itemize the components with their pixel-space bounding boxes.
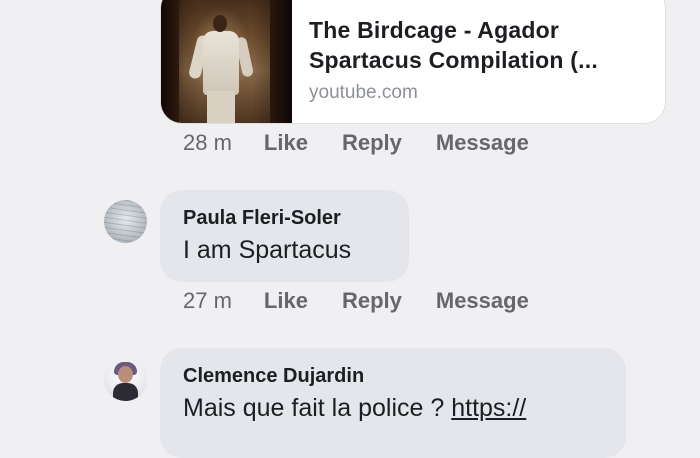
message-button[interactable]: Message <box>436 288 529 314</box>
reply-button[interactable]: Reply <box>342 130 402 156</box>
comment-timestamp: 27 m <box>183 288 232 313</box>
comment-bubble: Clemence Dujardin Mais que fait la polic… <box>160 348 626 458</box>
reply-button[interactable]: Reply <box>342 288 402 314</box>
comment-link[interactable]: https:// <box>451 394 526 422</box>
comment-actions-row: 27 m Like Reply Message <box>183 288 563 314</box>
thumbnail-figure-legs <box>207 91 235 123</box>
avatar[interactable] <box>104 358 147 401</box>
link-preview-card[interactable]: The Birdcage - Agador Spartacus Compilat… <box>160 0 666 124</box>
link-preview-title-line1: The Birdcage - Agador <box>309 17 559 43</box>
comment-author[interactable]: Paula Fleri-Soler <box>183 205 387 231</box>
thumbnail-curtain-left <box>161 0 179 123</box>
like-button[interactable]: Like <box>264 288 308 314</box>
like-button[interactable]: Like <box>264 130 308 156</box>
link-preview-title-line2: Spartacus Compilation (... <box>309 47 598 73</box>
avatar-face <box>118 366 133 383</box>
comment-text: I am Spartacus <box>183 236 352 264</box>
thumbnail-figure-body <box>203 31 239 95</box>
comment-text: Mais que fait la police ? https:// <box>183 390 604 426</box>
avatar[interactable] <box>104 200 147 243</box>
thumbnail-figure-head <box>213 15 227 32</box>
link-preview-text: The Birdcage - Agador Spartacus Compilat… <box>309 15 651 104</box>
comment-bubble: Paula Fleri-Soler I am Spartacus <box>160 190 409 282</box>
comment-text-body: Mais que fait la police ? <box>183 394 445 422</box>
video-thumbnail[interactable] <box>161 0 292 123</box>
comment-timestamp: 28 m <box>183 130 232 155</box>
link-preview-domain: youtube.com <box>309 82 418 103</box>
comment-actions-row: 28 m Like Reply Message <box>183 130 563 156</box>
thumbnail-curtain-right <box>270 0 292 123</box>
link-preview-title[interactable]: The Birdcage - Agador Spartacus Compilat… <box>309 15 651 75</box>
avatar-body <box>113 383 138 401</box>
message-button[interactable]: Message <box>436 130 529 156</box>
comment-author[interactable]: Clemence Dujardin <box>183 363 604 389</box>
